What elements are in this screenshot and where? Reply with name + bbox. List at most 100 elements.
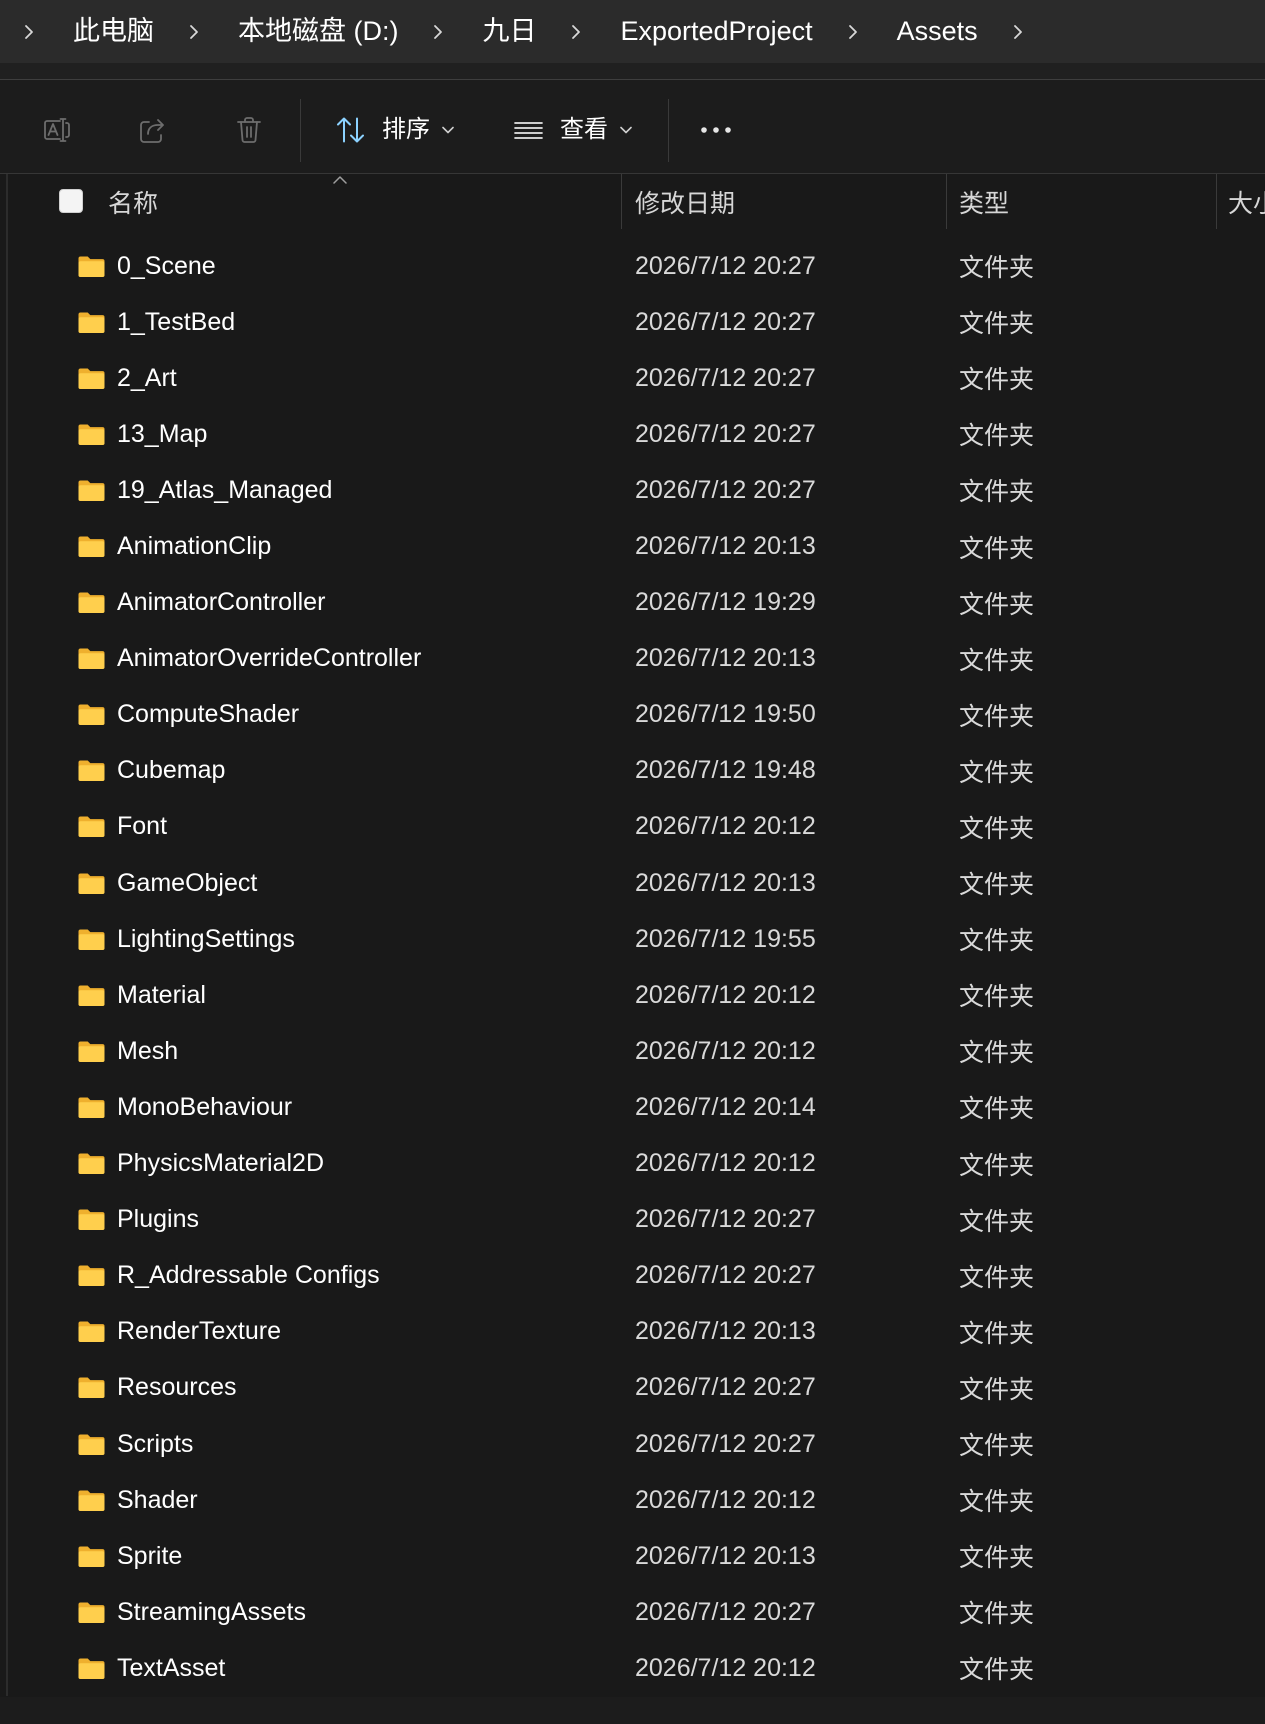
file-row[interactable]: LightingSettings 2026/7/12 19:55 文件夹 bbox=[0, 911, 1265, 967]
file-row[interactable]: AnimationClip 2026/7/12 20:13 文件夹 bbox=[0, 518, 1265, 574]
folder-icon bbox=[77, 928, 106, 951]
folder-icon bbox=[77, 1320, 106, 1343]
file-row[interactable]: Scripts 2026/7/12 20:27 文件夹 bbox=[0, 1416, 1265, 1472]
file-row[interactable]: R_Addressable Configs 2026/7/12 20:27 文件夹 bbox=[0, 1248, 1265, 1304]
file-row[interactable]: AnimatorOverrideController 2026/7/12 20:1… bbox=[0, 631, 1265, 687]
file-size bbox=[1228, 1192, 1265, 1248]
file-row[interactable]: Plugins 2026/7/12 20:27 文件夹 bbox=[0, 1192, 1265, 1248]
file-row[interactable]: ComputeShader 2026/7/12 19:50 文件夹 bbox=[0, 687, 1265, 743]
file-row[interactable]: Resources 2026/7/12 20:27 文件夹 bbox=[0, 1360, 1265, 1416]
file-row[interactable]: RenderTexture 2026/7/12 20:13 文件夹 bbox=[0, 1304, 1265, 1360]
chevron-right-icon[interactable] bbox=[846, 20, 860, 44]
file-row[interactable]: MonoBehaviour 2026/7/12 20:14 文件夹 bbox=[0, 1079, 1265, 1135]
file-size bbox=[1228, 294, 1265, 350]
file-modified-date: 2026/7/12 20:27 bbox=[635, 1373, 816, 1402]
file-row[interactable]: StreamingAssets 2026/7/12 20:27 文件夹 bbox=[0, 1584, 1265, 1640]
file-row[interactable]: Sprite 2026/7/12 20:13 文件夹 bbox=[0, 1528, 1265, 1584]
navigation-pane-splitter[interactable] bbox=[6, 174, 8, 1696]
file-modified-date: 2026/7/12 19:55 bbox=[635, 924, 816, 953]
file-row[interactable]: 0_Scene 2026/7/12 20:27 文件夹 bbox=[0, 238, 1265, 294]
view-label: 查看 bbox=[560, 116, 608, 143]
sort-button[interactable]: 排序 bbox=[330, 102, 460, 158]
file-row[interactable]: Material 2026/7/12 20:12 文件夹 bbox=[0, 967, 1265, 1023]
file-name-cell: RenderTexture bbox=[77, 1304, 617, 1360]
column-header-type[interactable]: 类型 bbox=[947, 174, 1216, 229]
folder-icon bbox=[77, 367, 106, 390]
chevron-right-icon[interactable] bbox=[22, 20, 36, 44]
file-name-cell: 13_Map bbox=[77, 406, 617, 462]
view-icon bbox=[513, 121, 544, 139]
file-modified-date: 2026/7/12 20:27 bbox=[635, 1597, 816, 1626]
folder-icon bbox=[77, 703, 106, 726]
file-size bbox=[1228, 1360, 1265, 1416]
file-modified-date: 2026/7/12 20:27 bbox=[635, 475, 816, 504]
chevron-right-icon[interactable] bbox=[431, 20, 445, 44]
file-name-cell: 19_Atlas_Managed bbox=[77, 462, 617, 518]
delete-button[interactable] bbox=[227, 102, 271, 158]
file-type: 文件夹 bbox=[959, 646, 1035, 675]
file-type: 文件夹 bbox=[959, 366, 1035, 395]
folder-icon bbox=[77, 311, 106, 334]
file-name: AnimatorController bbox=[117, 588, 326, 617]
file-type: 文件夹 bbox=[959, 590, 1035, 619]
file-name-cell: AnimatorOverrideController bbox=[77, 631, 617, 687]
file-name: Material bbox=[117, 980, 206, 1009]
sort-ascending-caret-icon bbox=[333, 176, 347, 184]
file-name: AnimationClip bbox=[117, 532, 272, 561]
breadcrumb-item[interactable]: 本地磁盘 (D:) bbox=[238, 18, 398, 45]
view-button[interactable]: 查看 bbox=[506, 102, 640, 158]
breadcrumb-item[interactable]: ExportedProject bbox=[620, 18, 812, 45]
column-header-name[interactable]: 名称 bbox=[96, 174, 621, 229]
file-size bbox=[1228, 518, 1265, 574]
file-modified-date: 2026/7/12 20:12 bbox=[635, 980, 816, 1009]
file-row[interactable]: 13_Map 2026/7/12 20:27 文件夹 bbox=[0, 406, 1265, 462]
file-row[interactable]: 2_Art 2026/7/12 20:27 文件夹 bbox=[0, 350, 1265, 406]
file-name-cell: Sprite bbox=[77, 1528, 617, 1584]
file-row[interactable]: PhysicsMaterial2D 2026/7/12 20:12 文件夹 bbox=[0, 1136, 1265, 1192]
breadcrumb-item[interactable]: 九日 bbox=[482, 18, 536, 45]
file-name: Cubemap bbox=[117, 756, 226, 785]
folder-icon bbox=[77, 1208, 106, 1231]
file-modified-date: 2026/7/12 20:13 bbox=[635, 1317, 816, 1346]
rename-button[interactable] bbox=[35, 102, 79, 158]
share-button[interactable] bbox=[130, 102, 174, 158]
file-size bbox=[1228, 1416, 1265, 1472]
column-header-size[interactable]: 大小 bbox=[1217, 174, 1265, 229]
file-row[interactable]: Shader 2026/7/12 20:12 文件夹 bbox=[0, 1472, 1265, 1528]
file-row[interactable]: Font 2026/7/12 20:12 文件夹 bbox=[0, 799, 1265, 855]
file-name: PhysicsMaterial2D bbox=[117, 1149, 325, 1178]
file-size bbox=[1228, 350, 1265, 406]
file-name-cell: 0_Scene bbox=[77, 238, 617, 294]
file-row[interactable]: TextAsset 2026/7/12 20:12 文件夹 bbox=[0, 1640, 1265, 1696]
file-type: 文件夹 bbox=[959, 1039, 1035, 1068]
chevron-right-icon[interactable] bbox=[187, 20, 201, 44]
column-header-modified[interactable]: 修改日期 bbox=[622, 174, 946, 229]
file-type: 文件夹 bbox=[959, 1263, 1035, 1292]
file-modified-date: 2026/7/12 20:27 bbox=[635, 1429, 816, 1458]
file-modified-date: 2026/7/12 20:14 bbox=[635, 1092, 816, 1121]
file-size bbox=[1228, 238, 1265, 294]
file-name: 1_TestBed bbox=[117, 307, 236, 336]
select-all-checkbox[interactable] bbox=[59, 189, 83, 213]
folder-icon bbox=[77, 1433, 106, 1456]
breadcrumb-item[interactable]: 此电脑 bbox=[73, 18, 154, 45]
more-options-button[interactable] bbox=[694, 102, 738, 158]
file-type: 文件夹 bbox=[959, 422, 1035, 451]
file-name-cell: LightingSettings bbox=[77, 911, 617, 967]
sort-icon bbox=[335, 117, 366, 144]
status-area bbox=[0, 1697, 1265, 1724]
file-row[interactable]: Cubemap 2026/7/12 19:48 文件夹 bbox=[0, 743, 1265, 799]
file-name: GameObject bbox=[117, 868, 258, 897]
file-modified-date: 2026/7/12 20:27 bbox=[635, 1205, 816, 1234]
chevron-right-icon[interactable] bbox=[1011, 20, 1025, 44]
file-row[interactable]: 19_Atlas_Managed 2026/7/12 20:27 文件夹 bbox=[0, 462, 1265, 518]
folder-icon bbox=[77, 1489, 106, 1512]
chevron-right-icon[interactable] bbox=[569, 20, 583, 44]
file-row[interactable]: AnimatorController 2026/7/12 19:29 文件夹 bbox=[0, 575, 1265, 631]
address-bar[interactable]: 此电脑 本地磁盘 (D:) 九日 ExportedProject Assets bbox=[0, 0, 1265, 63]
breadcrumb-item[interactable]: Assets bbox=[897, 18, 978, 45]
file-row[interactable]: GameObject 2026/7/12 20:13 文件夹 bbox=[0, 855, 1265, 911]
file-row[interactable]: Mesh 2026/7/12 20:12 文件夹 bbox=[0, 1023, 1265, 1079]
file-type: 文件夹 bbox=[959, 1151, 1035, 1180]
file-row[interactable]: 1_TestBed 2026/7/12 20:27 文件夹 bbox=[0, 294, 1265, 350]
